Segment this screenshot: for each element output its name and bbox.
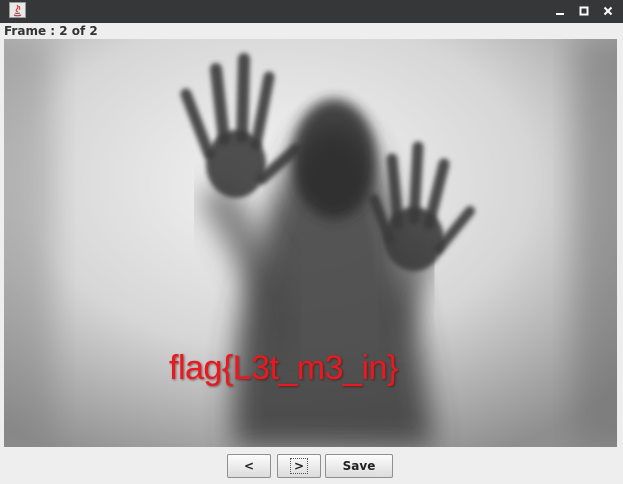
maximize-icon[interactable] [575, 3, 593, 19]
previous-frame-button[interactable]: < [227, 454, 271, 478]
frame-image: flag{L3t_m3_in} [4, 39, 617, 447]
app-window: Frame : 2 of 2 flag{L3t_m3_in} < > Save [0, 0, 623, 484]
save-button[interactable]: Save [325, 454, 393, 478]
window-controls [551, 3, 617, 19]
minimize-icon[interactable] [551, 3, 569, 19]
next-frame-label: > [289, 458, 309, 474]
title-bar[interactable] [0, 0, 623, 23]
frame-counter-label: Frame : 2 of 2 [4, 24, 98, 38]
java-app-icon [9, 2, 26, 18]
navigation-bar: < > Save [0, 448, 623, 484]
previous-frame-label: < [243, 459, 255, 473]
next-frame-button[interactable]: > [277, 454, 321, 478]
flag-overlay-text: flag{L3t_m3_in} [169, 349, 398, 387]
save-label: Save [342, 459, 376, 473]
close-icon[interactable] [599, 3, 617, 19]
